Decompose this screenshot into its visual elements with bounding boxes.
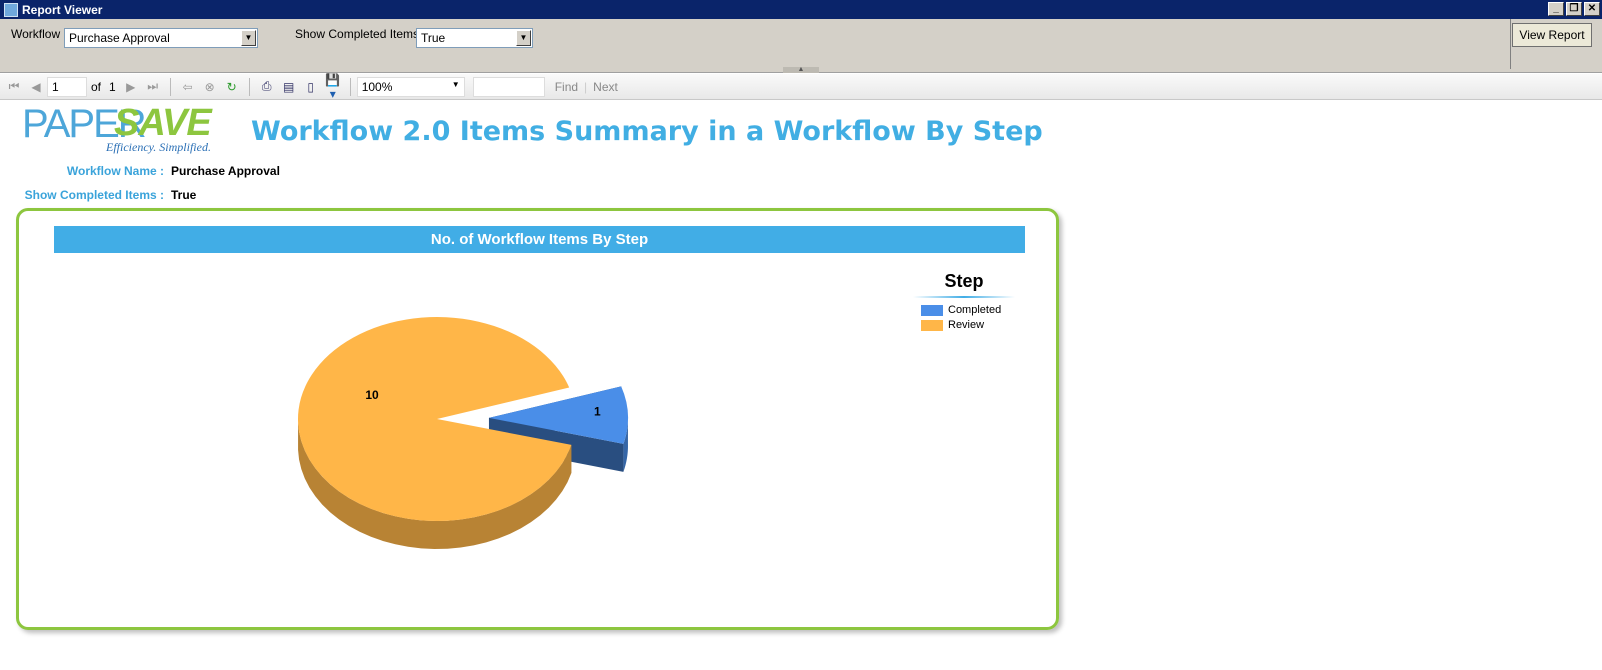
- legend-swatch: [921, 319, 943, 331]
- chart-legend: Step Completed Review: [909, 271, 1019, 334]
- first-page-icon[interactable]: ⏮: [6, 79, 22, 94]
- papersave-logo: PAPER SAVE Efficiency. Simplified.: [22, 100, 222, 156]
- toolbar-separator: [169, 77, 171, 96]
- minimize-button[interactable]: _: [1548, 2, 1564, 16]
- print-icon[interactable]: ⎙: [259, 79, 275, 94]
- last-page-icon[interactable]: ⏭: [145, 79, 161, 94]
- print-layout-icon[interactable]: ▤: [281, 80, 297, 94]
- window-controls: _ ❐ ✕: [1548, 2, 1600, 16]
- show-completed-label: Show Completed Items :: [24, 188, 164, 202]
- window-title: Report Viewer: [22, 2, 103, 17]
- dropdown-arrow-icon[interactable]: ▼: [516, 30, 531, 46]
- find-link[interactable]: Find: [555, 80, 578, 94]
- find-text-input[interactable]: [472, 76, 545, 97]
- logo-tagline: Efficiency. Simplified.: [106, 140, 211, 154]
- pie-data-label: 1: [594, 405, 601, 419]
- show-completed-dropdown[interactable]: True ▼: [416, 28, 533, 48]
- next-page-icon[interactable]: ▶: [123, 80, 139, 94]
- page-setup-icon[interactable]: ▯: [303, 80, 319, 94]
- show-completed-param-label: Show Completed Items: [295, 27, 420, 41]
- report-toolbar: ⏮ ◀ of 1 ▶ ⏭ ⇦ ⊗ ↻ ⎙ ▤ ▯ 💾▾ 100% ▼ Find …: [0, 73, 1602, 101]
- param-divider: [1510, 19, 1511, 69]
- next-link[interactable]: Next: [593, 80, 618, 94]
- legend-item: Completed: [921, 304, 1019, 316]
- parameter-area: Workflow Purchase Approval ▼ Show Comple…: [0, 19, 1602, 73]
- zoom-dropdown-arrow-icon[interactable]: ▼: [452, 80, 460, 89]
- window-title-bar: Report Viewer _ ❐ ✕: [0, 0, 1602, 19]
- close-button[interactable]: ✕: [1584, 2, 1600, 16]
- zoom-value: 100%: [361, 79, 393, 94]
- report-viewer-app-icon: [4, 2, 18, 17]
- show-completed-dropdown-value: True: [421, 31, 446, 45]
- toolbar-separator: [349, 77, 351, 96]
- page-total-label: 1: [109, 79, 116, 94]
- chart-panel: No. of Workflow Items By Step 1 10 Step C…: [16, 208, 1059, 630]
- toolbar-separator: [248, 77, 250, 96]
- workflow-name-label: Workflow Name :: [66, 164, 164, 178]
- collapse-parameters-handle[interactable]: ▲: [783, 66, 819, 73]
- workflow-dropdown-value: Purchase Approval: [69, 31, 170, 45]
- back-icon[interactable]: ⇦: [180, 80, 196, 94]
- legend-items: Completed Review: [909, 304, 1019, 331]
- export-icon[interactable]: 💾▾: [325, 73, 341, 101]
- pie-chart: 1 10: [298, 317, 628, 549]
- legend-label: Completed: [948, 304, 1002, 316]
- report-body: PAPER SAVE Efficiency. Simplified. Workf…: [0, 100, 1602, 670]
- legend-label: Review: [948, 319, 985, 331]
- logo-save-text: SAVE: [114, 102, 212, 144]
- dropdown-arrow-icon[interactable]: ▼: [241, 30, 256, 46]
- view-report-button[interactable]: View Report: [1512, 23, 1592, 47]
- workflow-name-value: Purchase Approval: [171, 164, 280, 178]
- restore-button[interactable]: ❐: [1566, 2, 1582, 16]
- legend-item: Review: [921, 319, 1019, 331]
- current-page-input[interactable]: [47, 76, 87, 97]
- show-completed-value: True: [171, 188, 197, 202]
- report-title: Workflow 2.0 Items Summary in a Workflow…: [251, 116, 1043, 147]
- legend-underline: [913, 296, 1015, 298]
- zoom-dropdown[interactable]: 100% ▼: [356, 76, 465, 97]
- pie-data-label: 10: [365, 388, 379, 402]
- refresh-icon[interactable]: ↻: [224, 80, 240, 94]
- page-of-label: of: [91, 79, 102, 94]
- legend-swatch: [921, 304, 943, 316]
- find-separator: |: [584, 79, 588, 94]
- previous-page-icon[interactable]: ◀: [28, 80, 44, 94]
- workflow-dropdown[interactable]: Purchase Approval ▼: [64, 28, 258, 48]
- legend-title: Step: [944, 271, 984, 291]
- stop-icon[interactable]: ⊗: [202, 80, 218, 94]
- workflow-param-label: Workflow: [11, 27, 61, 41]
